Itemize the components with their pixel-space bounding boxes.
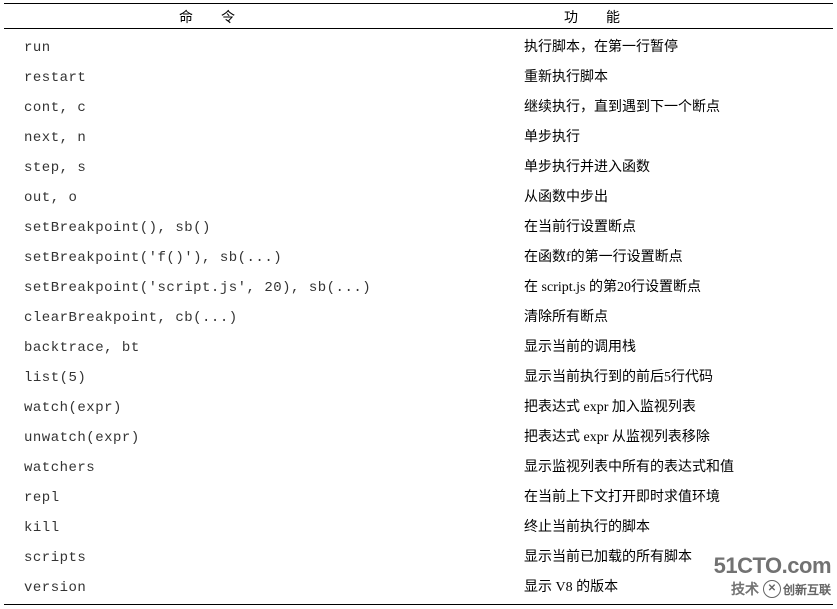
command-cell: version [4,573,524,603]
table-row: version显示 V8 的版本 [4,573,833,603]
command-cell: setBreakpoint('f()'), sb(...) [4,243,524,273]
command-cell: kill [4,513,524,543]
command-cell: restart [4,63,524,93]
rule-header-bottom [4,28,833,29]
command-cell: next, n [4,123,524,153]
description-cell: 显示当前的调用栈 [524,333,833,363]
header-function: 功能 [564,7,648,27]
rule-bottom [4,604,833,605]
table-row: list(5)显示当前执行到的前后5行代码 [4,363,833,393]
table-row: setBreakpoint('f()'), sb(...)在函数f的第一行设置断… [4,243,833,273]
table-row: kill终止当前执行的脚本 [4,513,833,543]
command-cell: backtrace, bt [4,333,524,363]
description-cell: 从函数中步出 [524,183,833,213]
command-cell: unwatch(expr) [4,423,524,453]
command-cell: out, o [4,183,524,213]
table-row: scripts显示当前已加载的所有脚本 [4,543,833,573]
table-row: run执行脚本，在第一行暂停 [4,33,833,63]
command-cell: watchers [4,453,524,483]
table-row: out, o从函数中步出 [4,183,833,213]
description-cell: 显示当前执行到的前后5行代码 [524,363,833,393]
description-cell: 显示当前已加载的所有脚本 [524,543,833,573]
table-header: 命令 功能 [4,5,833,27]
command-cell: clearBreakpoint, cb(...) [4,303,524,333]
table-row: step, s单步执行并进入函数 [4,153,833,183]
description-cell: 把表达式 expr 加入监视列表 [524,393,833,423]
table-row: clearBreakpoint, cb(...)清除所有断点 [4,303,833,333]
table-row: setBreakpoint(), sb()在当前行设置断点 [4,213,833,243]
command-cell: step, s [4,153,524,183]
header-command: 命令 [179,7,263,27]
table-row: repl在当前上下文打开即时求值环境 [4,483,833,513]
table-row: setBreakpoint('script.js', 20), sb(...)在… [4,273,833,303]
command-cell: list(5) [4,363,524,393]
page: 命令 功能 run执行脚本，在第一行暂停restart重新执行脚本cont, c… [0,0,837,609]
description-cell: 单步执行并进入函数 [524,153,833,183]
table-row: unwatch(expr)把表达式 expr 从监视列表移除 [4,423,833,453]
table-row: restart重新执行脚本 [4,63,833,93]
table-row: watch(expr)把表达式 expr 加入监视列表 [4,393,833,423]
description-cell: 显示 V8 的版本 [524,573,833,603]
table-row: cont, c继续执行，直到遇到下一个断点 [4,93,833,123]
description-cell: 在当前行设置断点 [524,213,833,243]
description-cell: 终止当前执行的脚本 [524,513,833,543]
description-cell: 单步执行 [524,123,833,153]
command-cell: watch(expr) [4,393,524,423]
description-cell: 把表达式 expr 从监视列表移除 [524,423,833,453]
command-cell: setBreakpoint('script.js', 20), sb(...) [4,273,524,303]
description-cell: 在 script.js 的第20行设置断点 [524,273,833,303]
table-row: watchers显示监视列表中所有的表达式和值 [4,453,833,483]
description-cell: 在函数f的第一行设置断点 [524,243,833,273]
description-cell: 执行脚本，在第一行暂停 [524,33,833,63]
description-cell: 清除所有断点 [524,303,833,333]
table-body: run执行脚本，在第一行暂停restart重新执行脚本cont, c继续执行，直… [4,33,833,599]
command-cell: run [4,33,524,63]
table-row: next, n单步执行 [4,123,833,153]
description-cell: 继续执行，直到遇到下一个断点 [524,93,833,123]
command-cell: repl [4,483,524,513]
rule-top [4,3,833,4]
description-cell: 显示监视列表中所有的表达式和值 [524,453,833,483]
command-cell: scripts [4,543,524,573]
description-cell: 在当前上下文打开即时求值环境 [524,483,833,513]
command-cell: setBreakpoint(), sb() [4,213,524,243]
command-cell: cont, c [4,93,524,123]
description-cell: 重新执行脚本 [524,63,833,93]
table-row: backtrace, bt显示当前的调用栈 [4,333,833,363]
